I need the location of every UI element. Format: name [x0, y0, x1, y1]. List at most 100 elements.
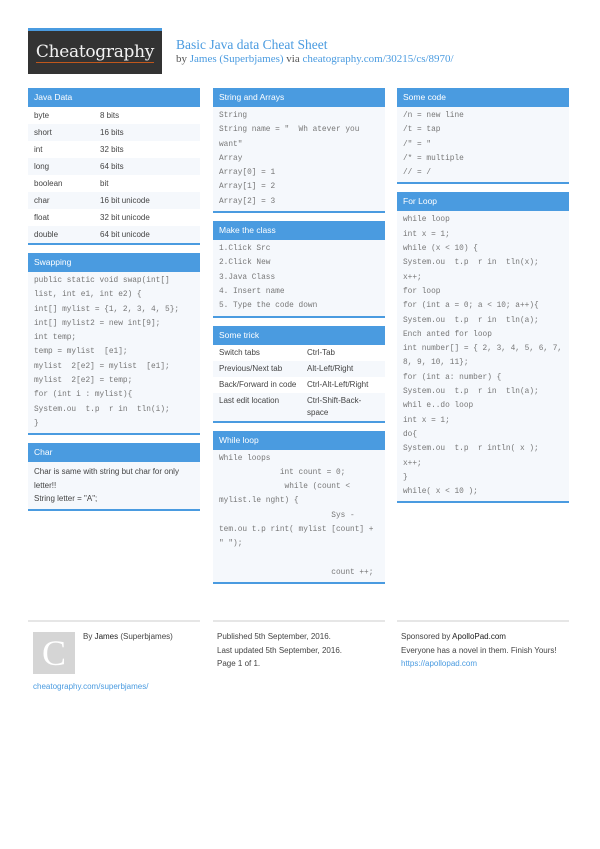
row-key: Switch tabs [219, 347, 260, 357]
code-line: count ++; [219, 568, 374, 577]
divider [28, 620, 200, 622]
row-key: Back/Forward in code [219, 379, 297, 389]
code-line: for loop [403, 287, 441, 296]
card-title: Some code [397, 88, 569, 107]
code-line: Ench anted for loop [403, 330, 492, 339]
row-value: 16 bits [100, 128, 124, 137]
row-value: Ctrl-Tab [307, 347, 336, 357]
code-line: System.ou t.p r in tln(i); [34, 405, 170, 414]
shortcut-table: Switch tabs Ctrl-Tab Previous/Next tab Alt-… [213, 344, 385, 421]
table-row: short 16 bits [28, 124, 200, 141]
text-block: Char is same with string but char for on… [28, 462, 200, 509]
code-line: /n = new line [403, 112, 464, 120]
code-line: } [34, 419, 39, 428]
code-line: while loop [403, 216, 450, 225]
code-line: /" = " [403, 140, 432, 149]
row-key: byte [34, 111, 50, 120]
row-value: Alt-Left/Right [307, 363, 354, 373]
for-loop-card: For Loop while loop int x = 1; while (x < … [397, 192, 569, 504]
sponsor-line: Sponsored by ApolloPad.com [397, 630, 569, 644]
sponsor-link[interactable]: https://apollopad.com [401, 659, 477, 668]
footer-author: C By James (Superbjames) cheatography.co… [28, 620, 200, 691]
row-key: double [34, 230, 59, 239]
char-card: Char Char is same with string but char f… [28, 443, 200, 511]
some-trick-card: Some trick Switch tabs Ctrl-Tab Previous/N… [213, 325, 385, 423]
code-line: x++; [403, 273, 422, 282]
code-line: /t = tap [403, 126, 441, 135]
column-1: Java Data byte 8 bits short 16 bits int 32 bi… [28, 88, 200, 519]
code-block: /n = new line/t = tap /" = " /* = multiple… [397, 107, 569, 182]
page-count: Page 1 of 1. [217, 659, 261, 668]
footer-sponsor: Sponsored by ApolloPad.com Everyone has … [397, 620, 569, 671]
row-value: bit [100, 179, 109, 188]
sheet-title[interactable]: Basic Java data Cheat Sheet [176, 37, 327, 53]
table-row: char 16 bit unicode [28, 192, 200, 209]
code-line: 4. Insert name [219, 287, 285, 296]
make-class-card: Make the class 1.Click Src 2.Click New 3.J… [213, 221, 385, 318]
code-line: Array[0] = 1 [219, 169, 276, 178]
updated-date: Last updated 5th September, 2016. [217, 645, 342, 655]
code-line: 2.Click New [219, 259, 271, 268]
code-line: String name = " Wh atever you want" [219, 126, 365, 149]
row-value: 64 bit unicode [100, 230, 150, 239]
sheet-url-link[interactable]: cheatography.com/30215/cs/8970/ [302, 53, 453, 65]
avatar[interactable]: C [33, 632, 75, 674]
table-row: Switch tabs Ctrl-Tab [213, 344, 385, 361]
code-line: mylist 2[e2] = mylist [e1]; [34, 362, 170, 371]
sponsor-text: Everyone has a novel in them. Finish You… [401, 645, 557, 655]
published-date: Published 5th September, 2016. [217, 632, 331, 641]
row-value: Ctrl-Shift-Back-space [307, 395, 362, 417]
code-line: While loops [219, 454, 271, 463]
code-line: for (int i : mylist){ [34, 391, 133, 400]
row-key: Previous/Next tab [219, 363, 283, 373]
author-name: James [94, 632, 119, 641]
code-line: int x = 1; [403, 230, 450, 239]
code-line: 5. Type the code down [219, 302, 318, 311]
author-profile-link[interactable]: cheatography.com/superbjames/ [28, 674, 200, 691]
code-line: Array[1] = 2 [219, 183, 276, 192]
text-line: String letter = "A"; [34, 494, 98, 504]
code-line: String [219, 112, 248, 120]
logo-text: Cheatography [35, 41, 155, 63]
byline: by James (Superbjames) via cheatography.… [176, 53, 454, 65]
table-row: Back/Forward in code Ctrl-Alt-Left/Right [213, 376, 385, 393]
code-line: System.ou t.p r in tln(a); [403, 316, 539, 325]
code-line: while (count < mylist.le nght) { [219, 483, 355, 506]
code-line: int temp; [34, 334, 77, 343]
table-row: Previous/Next tab Alt-Left/Right [213, 360, 385, 377]
footer-dates: Published 5th September, 2016. Last upda… [213, 620, 385, 671]
sponsor-name[interactable]: ApolloPad.com [452, 632, 506, 641]
code-line: Array[2] = 3 [219, 197, 276, 206]
swapping-card: Swapping public static void swap(int[] l… [28, 253, 200, 436]
code-block: While loops int count = 0; while (count … [213, 450, 385, 583]
java-data-card: Java Data byte 8 bits short 16 bits int 32 bi… [28, 88, 200, 245]
code-line: int number[] = { 2, 3, 4, 5, 6, 7, 8, 9,… [403, 345, 567, 368]
table-row: boolean bit [28, 175, 200, 192]
code-line: System.ou t.p r in tln(x); [403, 259, 539, 268]
sponsor-url-wrap: https://apollopad.com [397, 657, 569, 671]
code-line: Sys - tem.ou t.p rint( mylist [count] + … [219, 511, 379, 549]
code-line: public static void swap(int[] list, int … [34, 277, 175, 300]
row-key: long [34, 162, 50, 171]
cheatography-logo[interactable]: Cheatography [28, 28, 162, 74]
via-text: via [283, 53, 303, 65]
code-block: public static void swap(int[] list, int … [28, 272, 200, 433]
code-line: for (int a = 0; a < 10; a++){ [403, 302, 539, 311]
card-title: Swapping [28, 253, 200, 272]
author-link[interactable]: James (Superbjames) [190, 53, 284, 65]
table-row: double 64 bit unicode [28, 226, 200, 243]
code-block: String String name = " Wh atever you want… [213, 107, 385, 211]
code-line: int[] mylist = {1, 2, 3, 4, 5}; [34, 305, 180, 314]
by-prefix: By [83, 632, 95, 641]
string-arrays-card: String and Arrays String String name = " … [213, 88, 385, 214]
divider [397, 620, 569, 622]
code-line: // = / [403, 169, 432, 178]
card-title: Make the class [213, 221, 385, 241]
code-line: 1.Click Src [219, 245, 271, 254]
code-line: temp = mylist [e1]; [34, 348, 128, 357]
code-line: do{ [403, 430, 418, 439]
code-line: System.ou t.p r in tln(a); [403, 388, 539, 397]
row-key: short [34, 128, 52, 137]
code-line: } [403, 473, 408, 482]
